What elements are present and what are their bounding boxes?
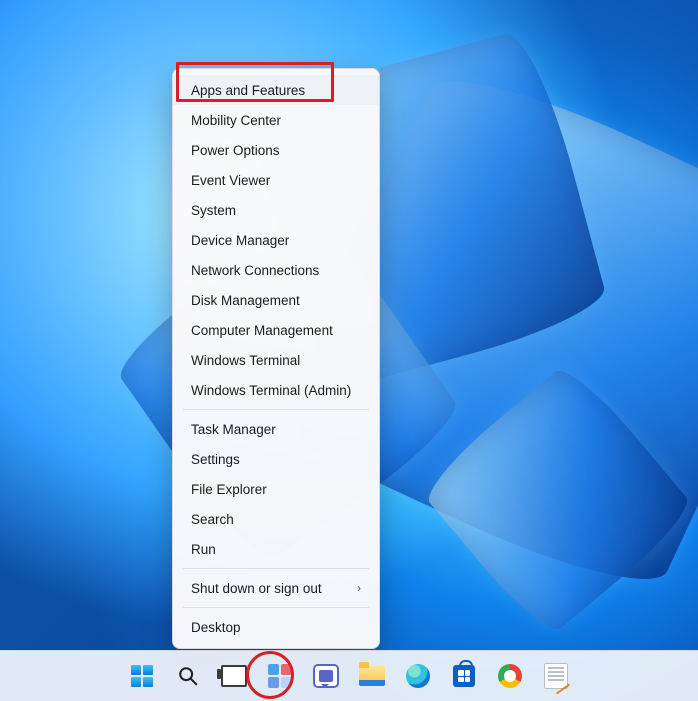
menu-item-label: Task Manager — [191, 422, 276, 437]
widgets-icon — [268, 664, 292, 688]
menu-item-label: System — [191, 203, 236, 218]
menu-item-label: Disk Management — [191, 293, 300, 308]
menu-item-label: Run — [191, 542, 216, 557]
search-button[interactable] — [172, 660, 204, 692]
chat-icon — [313, 664, 339, 688]
menu-item-file-explorer[interactable]: File Explorer — [173, 474, 379, 504]
start-button[interactable] — [126, 660, 158, 692]
file-explorer-button[interactable] — [356, 660, 388, 692]
menu-item-label: Power Options — [191, 143, 280, 158]
menu-item-task-manager[interactable]: Task Manager — [173, 414, 379, 444]
menu-item-settings[interactable]: Settings — [173, 444, 379, 474]
menu-item-label: Settings — [191, 452, 240, 467]
menu-item-label: Windows Terminal — [191, 353, 300, 368]
windows-logo-icon — [131, 665, 153, 687]
menu-item-disk-management[interactable]: Disk Management — [173, 285, 379, 315]
store-icon — [453, 665, 475, 687]
menu-item-run[interactable]: Run — [173, 534, 379, 564]
menu-item-desktop[interactable]: Desktop — [173, 612, 379, 642]
menu-item-computer-management[interactable]: Computer Management — [173, 315, 379, 345]
menu-item-label: File Explorer — [191, 482, 267, 497]
taskbar — [0, 650, 698, 701]
chevron-right-icon: › — [357, 581, 361, 595]
edge-button[interactable] — [402, 660, 434, 692]
menu-item-label: Desktop — [191, 620, 241, 635]
menu-item-apps-and-features[interactable]: Apps and Features — [173, 75, 379, 105]
widgets-button[interactable] — [264, 660, 296, 692]
menu-item-device-manager[interactable]: Device Manager — [173, 225, 379, 255]
menu-item-windows-terminal-admin[interactable]: Windows Terminal (Admin) — [173, 375, 379, 405]
menu-item-label: Apps and Features — [191, 83, 305, 98]
chat-button[interactable] — [310, 660, 342, 692]
menu-item-shut-down-or-sign-out[interactable]: Shut down or sign out › — [173, 573, 379, 603]
task-view-button[interactable] — [218, 660, 250, 692]
menu-item-power-options[interactable]: Power Options — [173, 135, 379, 165]
task-view-icon — [221, 665, 247, 687]
menu-item-event-viewer[interactable]: Event Viewer — [173, 165, 379, 195]
menu-item-label: Network Connections — [191, 263, 319, 278]
menu-separator — [183, 607, 369, 608]
notepad-button[interactable] — [540, 660, 572, 692]
menu-item-search[interactable]: Search — [173, 504, 379, 534]
menu-item-label: Mobility Center — [191, 113, 281, 128]
chrome-icon — [498, 664, 522, 688]
notepad-icon — [544, 663, 568, 689]
search-icon — [177, 665, 199, 687]
edge-icon — [406, 664, 430, 688]
store-button[interactable] — [448, 660, 480, 692]
menu-item-windows-terminal[interactable]: Windows Terminal — [173, 345, 379, 375]
folder-icon — [359, 666, 385, 686]
menu-item-system[interactable]: System — [173, 195, 379, 225]
menu-item-label: Event Viewer — [191, 173, 270, 188]
menu-separator — [183, 409, 369, 410]
menu-item-label: Shut down or sign out — [191, 581, 322, 596]
menu-item-label: Device Manager — [191, 233, 289, 248]
menu-item-label: Windows Terminal (Admin) — [191, 383, 351, 398]
menu-item-label: Computer Management — [191, 323, 333, 338]
winx-context-menu: Apps and Features Mobility Center Power … — [172, 68, 380, 649]
menu-item-mobility-center[interactable]: Mobility Center — [173, 105, 379, 135]
menu-item-network-connections[interactable]: Network Connections — [173, 255, 379, 285]
chrome-button[interactable] — [494, 660, 526, 692]
menu-separator — [183, 568, 369, 569]
menu-item-label: Search — [191, 512, 234, 527]
